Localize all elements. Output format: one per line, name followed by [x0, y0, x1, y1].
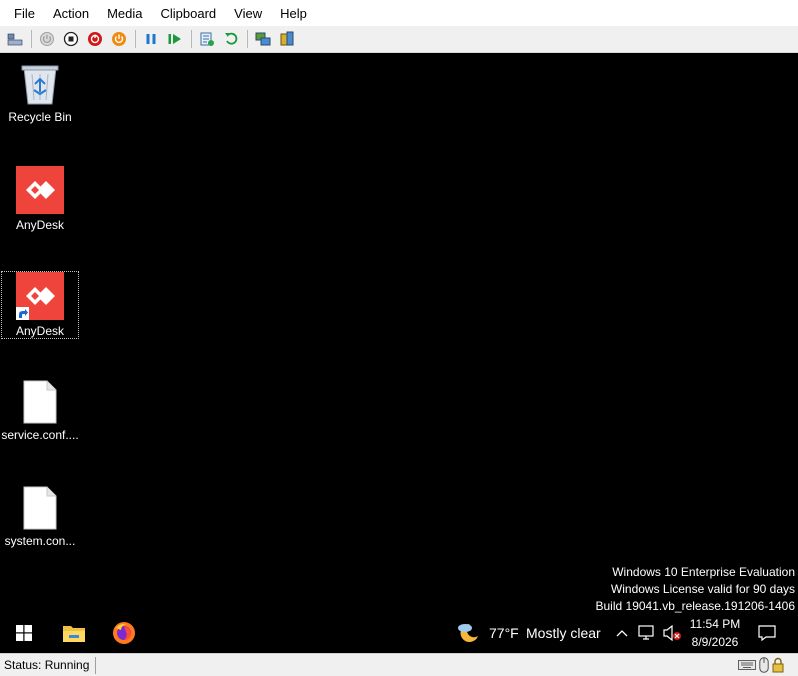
- menu-help[interactable]: Help: [271, 0, 316, 26]
- file-explorer-icon: [63, 626, 85, 642]
- windows-evaluation-watermark: Windows 10 Enterprise Evaluation Windows…: [596, 564, 796, 615]
- shut-down-icon: [88, 32, 102, 46]
- menu-bar: File Action Media Clipboard View Help: [0, 0, 798, 26]
- desktop-icon-label: AnyDesk: [15, 324, 65, 338]
- anydesk-shortcut-icon: [16, 272, 64, 320]
- menu-clipboard[interactable]: Clipboard: [152, 0, 226, 26]
- clock-time: 11:54 PM: [689, 617, 741, 631]
- menu-file[interactable]: File: [5, 0, 44, 26]
- clock-date: 8/9/2026: [691, 635, 739, 649]
- status-icons: [738, 657, 784, 673]
- menu-media[interactable]: Media: [98, 0, 151, 26]
- pause-icon: [146, 34, 156, 44]
- taskbar-firefox[interactable]: [100, 613, 148, 653]
- ctrl-alt-del-icon: [7, 33, 23, 46]
- ctrl-alt-del-button[interactable]: [4, 28, 26, 50]
- network-icon: [638, 625, 654, 640]
- desktop-icon-label: Recycle Bin: [8, 110, 72, 124]
- menu-view[interactable]: View: [225, 0, 271, 26]
- lock-icon: [772, 657, 784, 673]
- start-button[interactable]: [36, 28, 58, 50]
- file-icon: [23, 380, 57, 424]
- resume-button[interactable]: [164, 28, 186, 50]
- desktop-icon-anydesk[interactable]: AnyDesk: [1, 166, 79, 232]
- action-center-button[interactable]: [754, 613, 780, 653]
- watermark-line: Windows License valid for 90 days: [610, 582, 795, 596]
- taskbar-clock[interactable]: 11:54 PM 8/9/2026: [680, 615, 750, 651]
- start-icon: [40, 32, 54, 46]
- file-icon: [23, 486, 57, 530]
- turn-off-button[interactable]: [60, 28, 82, 50]
- shut-down-button[interactable]: [84, 28, 106, 50]
- checkpoint-button[interactable]: [196, 28, 218, 50]
- anydesk-icon: [16, 166, 64, 214]
- weather-temperature[interactable]: 77°F: [489, 613, 519, 653]
- recycle-bin-icon: [21, 65, 59, 105]
- start-button[interactable]: [0, 613, 48, 653]
- weather-widget-icon-wrap[interactable]: [455, 613, 481, 653]
- share-button[interactable]: [276, 28, 298, 50]
- vm-desktop: Recycle Bin AnyDesk AnyDesk service.conf…: [0, 53, 798, 653]
- notification-icon: [758, 625, 776, 642]
- chevron-up-icon: [616, 630, 628, 637]
- toolbar-separator: [247, 30, 248, 48]
- volume-muted-icon: [663, 625, 681, 641]
- power-icon: [112, 32, 126, 46]
- toolbar: [0, 26, 798, 53]
- watermark-line: Windows 10 Enterprise Evaluation: [612, 565, 795, 579]
- weather-condition[interactable]: Mostly clear: [526, 613, 601, 653]
- taskbar-file-explorer[interactable]: [50, 613, 98, 653]
- turn-off-icon: [63, 31, 79, 47]
- toolbar-separator: [31, 30, 32, 48]
- desktop-icon-label: service.conf....: [1, 428, 79, 442]
- toolbar-separator: [135, 30, 136, 48]
- taskbar: 77°F Mostly clear 11:54 PM 8/9/2026: [0, 613, 798, 653]
- enhanced-session-button[interactable]: [252, 28, 274, 50]
- moon-cloud-icon: [458, 623, 478, 642]
- desktop-icon-anydesk-shortcut[interactable]: AnyDesk: [1, 271, 79, 339]
- desktop-icon-service-conf[interactable]: service.conf....: [1, 380, 79, 442]
- firefox-icon: [113, 622, 135, 644]
- desktop-icon-recycle-bin[interactable]: Recycle Bin: [1, 60, 79, 124]
- network-tray-button[interactable]: [637, 613, 657, 653]
- keyboard-icon: [738, 660, 756, 670]
- revert-icon: [225, 32, 238, 45]
- share-icon: [280, 31, 294, 46]
- enhanced-session-icon: [255, 32, 271, 46]
- vm-status-text: Status: Running: [0, 656, 97, 674]
- toolbar-separator: [191, 30, 192, 48]
- desktop-icon-system-conf[interactable]: system.con...: [1, 486, 79, 548]
- windows-logo-icon: [16, 625, 32, 641]
- resume-icon: [168, 34, 181, 44]
- show-hidden-icons-button[interactable]: [613, 613, 631, 653]
- menu-action[interactable]: Action: [44, 0, 98, 26]
- revert-button[interactable]: [220, 28, 242, 50]
- desktop-icon-label: system.con...: [4, 534, 76, 548]
- shortcut-arrow-icon: [16, 307, 29, 320]
- checkpoint-icon: [200, 32, 214, 46]
- status-bar: Status: Running: [0, 653, 798, 676]
- desktop-icon-label: AnyDesk: [15, 218, 65, 232]
- pause-button[interactable]: [140, 28, 162, 50]
- power-button[interactable]: [108, 28, 130, 50]
- vm-connection-window: File Action Media Clipboard View Help Re…: [0, 0, 798, 676]
- mouse-icon: [759, 657, 769, 673]
